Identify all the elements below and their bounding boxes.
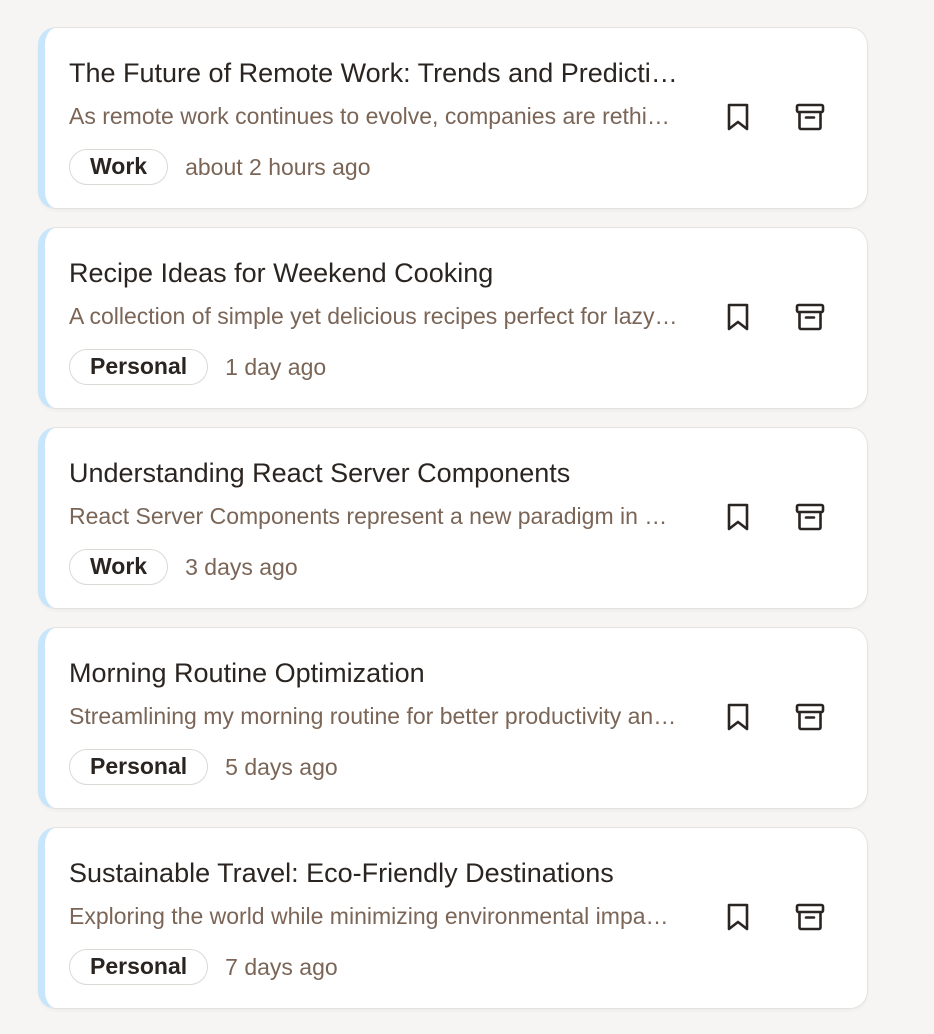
- tag-badge[interactable]: Personal: [69, 949, 209, 985]
- timestamp: 3 days ago: [185, 553, 298, 580]
- archive-button[interactable]: [793, 300, 827, 334]
- note-preview: Streamlining my morning routine for bett…: [69, 703, 679, 729]
- tag-badge[interactable]: Work: [69, 549, 169, 585]
- archive-icon: [795, 903, 825, 931]
- bookmark-button[interactable]: [721, 100, 755, 134]
- bookmark-icon: [727, 503, 749, 531]
- note-meta: Work 3 days ago: [69, 549, 298, 585]
- note-card[interactable]: Sustainable Travel: Eco-Friendly Destina…: [38, 827, 868, 1009]
- note-title[interactable]: Recipe Ideas for Weekend Cooking: [69, 255, 679, 291]
- tag-badge[interactable]: Personal: [69, 349, 209, 385]
- note-meta: Personal 5 days ago: [69, 749, 338, 785]
- archive-icon: [795, 303, 825, 331]
- archive-button[interactable]: [793, 100, 827, 134]
- note-preview: A collection of simple yet delicious rec…: [69, 303, 679, 329]
- bookmark-button[interactable]: [721, 700, 755, 734]
- timestamp: about 2 hours ago: [185, 153, 371, 180]
- timestamp: 1 day ago: [225, 353, 327, 380]
- timestamp: 7 days ago: [225, 953, 338, 980]
- archive-icon: [795, 703, 825, 731]
- note-meta: Personal 1 day ago: [69, 349, 326, 385]
- archive-icon: [795, 503, 825, 531]
- bookmark-button[interactable]: [721, 500, 755, 534]
- bookmark-button[interactable]: [721, 900, 755, 934]
- bookmark-icon: [727, 903, 749, 931]
- timestamp: 5 days ago: [225, 753, 338, 780]
- bookmark-icon: [727, 703, 749, 731]
- note-card[interactable]: Morning Routine Optimization Streamlinin…: [38, 627, 868, 809]
- note-preview: As remote work continues to evolve, comp…: [69, 103, 679, 129]
- note-card[interactable]: Understanding React Server Components Re…: [38, 427, 868, 609]
- bookmark-icon: [727, 103, 749, 131]
- note-title[interactable]: The Future of Remote Work: Trends and Pr…: [69, 55, 679, 91]
- note-card[interactable]: The Future of Remote Work: Trends and Pr…: [38, 27, 868, 209]
- note-meta: Personal 7 days ago: [69, 949, 338, 985]
- note-meta: Work about 2 hours ago: [69, 149, 371, 185]
- bookmark-button[interactable]: [721, 300, 755, 334]
- note-preview: React Server Components represent a new …: [69, 503, 679, 529]
- archive-icon: [795, 103, 825, 131]
- note-list: The Future of Remote Work: Trends and Pr…: [38, 27, 868, 1027]
- note-title[interactable]: Morning Routine Optimization: [69, 655, 679, 691]
- bookmark-icon: [727, 303, 749, 331]
- note-title[interactable]: Sustainable Travel: Eco-Friendly Destina…: [69, 855, 679, 891]
- archive-button[interactable]: [793, 700, 827, 734]
- tag-badge[interactable]: Work: [69, 149, 169, 185]
- archive-button[interactable]: [793, 500, 827, 534]
- tag-badge[interactable]: Personal: [69, 749, 209, 785]
- note-card[interactable]: Recipe Ideas for Weekend Cooking A colle…: [38, 227, 868, 409]
- note-title[interactable]: Understanding React Server Components: [69, 455, 679, 491]
- archive-button[interactable]: [793, 900, 827, 934]
- note-preview: Exploring the world while minimizing env…: [69, 903, 679, 929]
